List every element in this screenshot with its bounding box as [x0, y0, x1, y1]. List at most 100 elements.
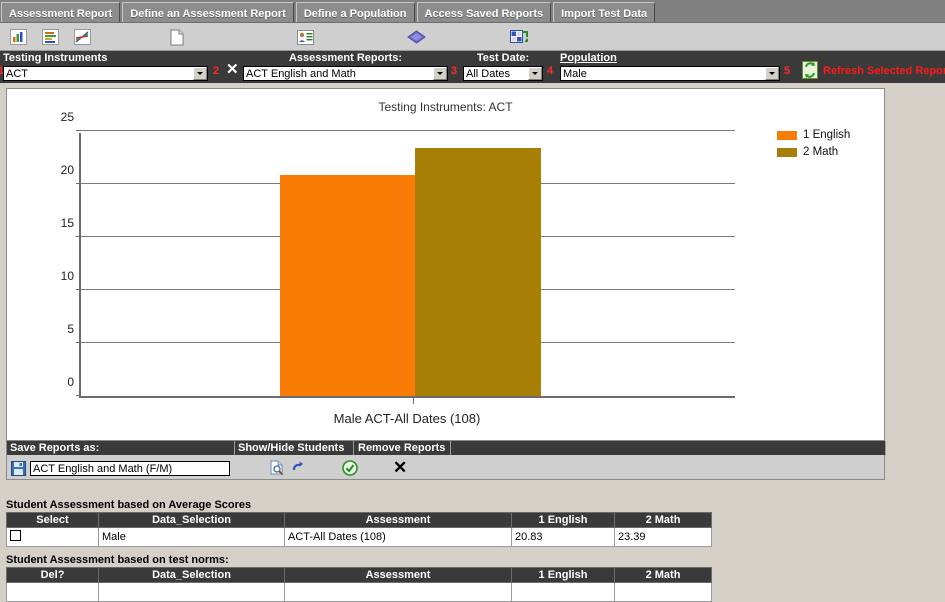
report-filter-bar: Testing Instruments 1 ACT 2 ✕ Assessment… [0, 51, 945, 83]
line-chart-icon[interactable] [72, 27, 92, 47]
main-tab-bar: Assessment Report Define an Assessment R… [0, 0, 945, 23]
step-3-marker: 3 [451, 65, 457, 77]
tab-import-test-data[interactable]: Import Test Data [553, 2, 655, 22]
ytick-mark-15 [76, 236, 81, 237]
legend-item-math: 2 Math [777, 146, 850, 158]
table-header-row: Select Data_Selection Assessment 1 Engli… [7, 513, 712, 528]
refresh-selected-report-button[interactable]: Refresh Selected Report [823, 65, 945, 77]
avg-table-caption: Student Assessment based on Average Scor… [6, 499, 251, 511]
bar-2-math[interactable] [415, 148, 541, 396]
refresh-icon[interactable] [800, 60, 820, 80]
assessment-reports-label: Assessment Reports: [243, 52, 448, 64]
legend-swatch-english [777, 131, 797, 140]
tab-define-population[interactable]: Define a Population [296, 2, 415, 22]
col-data-selection[interactable]: Data_Selection [99, 513, 285, 528]
testing-instruments-label: Testing Instruments [3, 52, 107, 64]
assessment-reports-select[interactable]: ACT English and Math [243, 66, 448, 81]
cell-data-selection [99, 583, 285, 602]
average-scores-table: Select Data_Selection Assessment 1 Engli… [6, 512, 712, 547]
legend-item-english: 1 English [777, 129, 850, 141]
undo-icon[interactable] [290, 460, 306, 479]
tab-access-saved-reports[interactable]: Access Saved Reports [417, 2, 552, 22]
tab-label: Access Saved Reports [425, 8, 544, 20]
cell-del[interactable] [7, 583, 99, 602]
cell-math [615, 583, 712, 602]
testing-instruments-value: ACT [6, 68, 193, 80]
report-name-input[interactable]: ACT English and Math (F/M) [30, 461, 230, 476]
col-english[interactable]: 1 English [512, 568, 615, 583]
tab-define-assessment-report[interactable]: Define an Assessment Report [122, 2, 293, 22]
cell-math: 23.39 [615, 528, 712, 547]
ytick-mark-20 [76, 183, 81, 184]
show-hide-students-label: Show/Hide Students [235, 441, 354, 455]
ytick-label-25: 25 [61, 110, 74, 124]
col-assessment[interactable]: Assessment [285, 513, 512, 528]
black-x-icon[interactable]: ✕ [393, 459, 407, 476]
population-label: Population [560, 52, 617, 64]
row-select-checkbox[interactable] [10, 530, 21, 541]
cell-data-selection: Male [99, 528, 285, 547]
ytick-mark-10 [76, 289, 81, 290]
horizontal-bar-chart-icon[interactable] [40, 27, 60, 47]
col-english[interactable]: 1 English [512, 513, 615, 528]
tab-label: Import Test Data [561, 8, 647, 20]
legend-label-math: 2 Math [803, 146, 838, 158]
save-reports-bar: Save Reports as: Show/Hide Students Remo… [6, 440, 885, 480]
legend-label-english: 1 English [803, 129, 850, 141]
chart-title: Testing Instruments: ACT [7, 100, 884, 114]
col-data-selection[interactable]: Data_Selection [99, 568, 285, 583]
tab-label: Assessment Report [9, 8, 112, 20]
step-5-marker: 5 [784, 65, 790, 77]
table-header-row: Del? Data_Selection Assessment 1 English… [7, 568, 712, 583]
table-row[interactable] [7, 583, 712, 602]
student-list-icon[interactable] [295, 27, 315, 47]
col-assessment[interactable]: Assessment [285, 568, 512, 583]
ytick-label-5: 5 [67, 322, 74, 336]
bar-1-english[interactable] [280, 175, 415, 396]
save-reports-as-label: Save Reports as: [7, 441, 235, 455]
ytick-label-20: 20 [61, 163, 74, 177]
testing-instruments-select[interactable]: ACT [3, 66, 208, 81]
chart-plot-area: 25 20 15 10 5 0 [79, 133, 735, 398]
col-select[interactable]: Select [7, 513, 99, 528]
ytick-label-0: 0 [67, 375, 74, 389]
col-math[interactable]: 2 Math [615, 513, 712, 528]
clear-instrument-icon[interactable]: ✕ [226, 62, 239, 77]
bar-chart-icon[interactable] [8, 27, 28, 47]
norms-table-caption: Student Assessment based on test norms: [6, 554, 229, 566]
cell-english [512, 583, 615, 602]
x-axis-label: Male ACT-All Dates (108) [79, 411, 735, 426]
step-2-marker: 2 [213, 65, 219, 77]
green-check-icon[interactable] [342, 460, 358, 479]
tab-label: Define a Population [304, 8, 407, 20]
chevron-down-icon[interactable] [765, 67, 779, 80]
chevron-down-icon[interactable] [528, 67, 542, 80]
show-students-icon[interactable] [269, 460, 285, 479]
legend-swatch-math [777, 148, 797, 157]
cell-assessment: ACT-All Dates (108) [285, 528, 512, 547]
remove-reports-label: Remove Reports [355, 441, 451, 455]
cell-assessment [285, 583, 512, 602]
cell-select[interactable] [7, 528, 99, 547]
test-date-value: All Dates [466, 68, 528, 80]
ytick-mark-5 [76, 342, 81, 343]
col-del[interactable]: Del? [7, 568, 99, 583]
test-date-select[interactable]: All Dates [463, 66, 543, 81]
floppy-disk-icon[interactable] [11, 461, 26, 479]
ytick-mark-0 [76, 395, 81, 396]
chevron-down-icon[interactable] [433, 67, 447, 80]
savebar-filler [451, 441, 886, 455]
tab-label: Define an Assessment Report [130, 8, 285, 20]
chevron-down-icon[interactable] [193, 67, 207, 80]
step-4-marker: 4 [547, 65, 553, 77]
export-grid-icon[interactable] [509, 27, 529, 47]
population-select[interactable]: Male [560, 66, 780, 81]
book-icon[interactable] [406, 27, 426, 47]
table-row[interactable]: Male ACT-All Dates (108) 20.83 23.39 [7, 528, 712, 547]
assessment-reports-value: ACT English and Math [246, 68, 433, 80]
new-document-icon[interactable] [167, 27, 187, 47]
tab-assessment-report[interactable]: Assessment Report [1, 2, 120, 22]
col-math[interactable]: 2 Math [615, 568, 712, 583]
population-value: Male [563, 68, 765, 80]
ytick-label-15: 15 [61, 216, 74, 230]
